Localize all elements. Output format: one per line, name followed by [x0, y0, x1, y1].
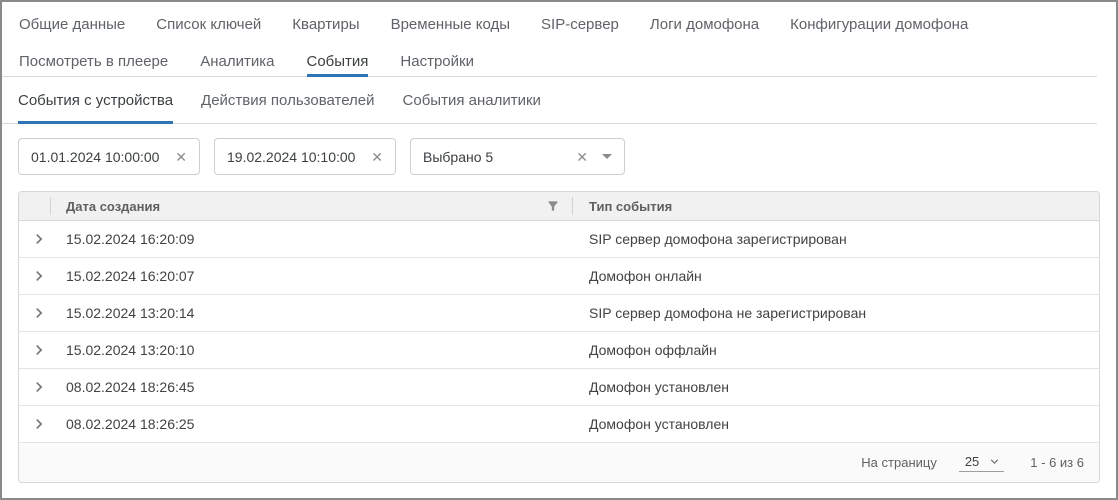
- tab-settings[interactable]: Настройки: [400, 46, 474, 76]
- date-from-input[interactable]: 01.01.2024 10:00:00 ✕: [18, 138, 200, 175]
- expand-cell: [19, 303, 52, 323]
- intercom-admin-page: Общие данные Список ключей Квартиры Врем…: [0, 0, 1118, 500]
- date-column-header: Дата создания: [51, 199, 572, 214]
- subtab-user-actions[interactable]: Действия пользователей: [201, 77, 374, 123]
- per-page-value: 25: [965, 454, 979, 469]
- tab-intercom-logs[interactable]: Логи домофона: [650, 16, 759, 33]
- type-column-label: Тип события: [589, 199, 672, 214]
- chevron-down-icon: [987, 454, 1002, 469]
- expand-cell: [19, 414, 52, 434]
- chevron-right-icon[interactable]: [29, 414, 49, 434]
- date-column-label: Дата создания: [66, 199, 160, 214]
- chevron-right-icon[interactable]: [29, 377, 49, 397]
- date-from-value: 01.01.2024 10:00:00: [31, 149, 167, 165]
- clear-icon[interactable]: ✕: [175, 150, 187, 164]
- row-date: 08.02.2024 18:26:45: [52, 379, 574, 395]
- subtab-device-events[interactable]: События с устройства: [18, 77, 173, 123]
- events-table: Дата создания Тип события 15.02.2024 16:…: [18, 191, 1100, 483]
- tab-analytics[interactable]: Аналитика: [200, 46, 274, 76]
- table-row: 08.02.2024 18:26:45 Домофон установлен: [19, 369, 1099, 406]
- chevron-right-icon[interactable]: [29, 303, 49, 323]
- secondary-tab-bar: Посмотреть в плеере Аналитика События На…: [2, 46, 1097, 77]
- tab-temporary-codes[interactable]: Временные коды: [391, 16, 510, 33]
- dropdown-caret-icon[interactable]: [602, 154, 612, 159]
- filters-bar: 01.01.2024 10:00:00 ✕ 19.02.2024 10:10:0…: [18, 138, 1100, 175]
- tab-apartments[interactable]: Квартиры: [292, 16, 359, 33]
- expand-cell: [19, 229, 52, 249]
- row-event-type: Домофон оффлайн: [574, 342, 1099, 358]
- expand-cell: [19, 266, 52, 286]
- chevron-right-icon[interactable]: [29, 340, 49, 360]
- table-pagination-bar: На страницу 25 1 - 6 из 6: [19, 443, 1099, 482]
- clear-icon[interactable]: ✕: [371, 150, 383, 164]
- row-date: 15.02.2024 13:20:14: [52, 305, 574, 321]
- tab-key-list[interactable]: Список ключей: [156, 16, 261, 33]
- row-event-type: Домофон онлайн: [574, 268, 1099, 284]
- table-row: 15.02.2024 16:20:09 SIP сервер домофона …: [19, 221, 1099, 258]
- chevron-right-icon[interactable]: [29, 266, 49, 286]
- table-row: 15.02.2024 16:20:07 Домофон онлайн: [19, 258, 1099, 295]
- subtab-analytics-events[interactable]: События аналитики: [403, 77, 541, 123]
- table-header-row: Дата создания Тип события: [19, 192, 1099, 221]
- row-event-type: SIP сервер домофона не зарегистрирован: [574, 305, 1099, 321]
- row-event-type: SIP сервер домофона зарегистрирован: [574, 231, 1099, 247]
- type-column-header: Тип события: [573, 199, 1099, 214]
- expand-cell: [19, 340, 52, 360]
- row-event-type: Домофон установлен: [574, 416, 1099, 432]
- row-date: 15.02.2024 13:20:10: [52, 342, 574, 358]
- tab-view-in-player[interactable]: Посмотреть в плеере: [19, 46, 168, 76]
- clear-icon[interactable]: ✕: [576, 150, 588, 164]
- expand-cell: [19, 377, 52, 397]
- chevron-right-icon[interactable]: [29, 229, 49, 249]
- filter-funnel-icon[interactable]: [546, 199, 560, 213]
- event-type-value: Выбрано 5: [423, 149, 568, 165]
- pagination-range: 1 - 6 из 6: [1030, 455, 1084, 470]
- tab-general-data[interactable]: Общие данные: [19, 16, 125, 33]
- tab-events[interactable]: События: [307, 46, 369, 76]
- table-row: 08.02.2024 18:26:25 Домофон установлен: [19, 406, 1099, 443]
- per-page-select[interactable]: 25: [959, 454, 1004, 472]
- row-date: 15.02.2024 16:20:09: [52, 231, 574, 247]
- row-date: 08.02.2024 18:26:25: [52, 416, 574, 432]
- primary-tab-bar: Общие данные Список ключей Квартиры Врем…: [2, 2, 1116, 46]
- row-date: 15.02.2024 16:20:07: [52, 268, 574, 284]
- event-type-multiselect[interactable]: Выбрано 5 ✕: [410, 138, 625, 175]
- date-to-value: 19.02.2024 10:10:00: [227, 149, 363, 165]
- date-to-input[interactable]: 19.02.2024 10:10:00 ✕: [214, 138, 396, 175]
- toggle-column-header: [19, 192, 50, 220]
- tab-sip-server[interactable]: SIP-сервер: [541, 16, 619, 33]
- table-row: 15.02.2024 13:20:14 SIP сервер домофона …: [19, 295, 1099, 332]
- table-row: 15.02.2024 13:20:10 Домофон оффлайн: [19, 332, 1099, 369]
- tab-intercom-configs[interactable]: Конфигурации домофона: [790, 16, 968, 33]
- per-page-label: На страницу: [861, 455, 937, 470]
- row-event-type: Домофон установлен: [574, 379, 1099, 395]
- events-subtab-bar: События с устройства Действия пользовате…: [2, 77, 1097, 124]
